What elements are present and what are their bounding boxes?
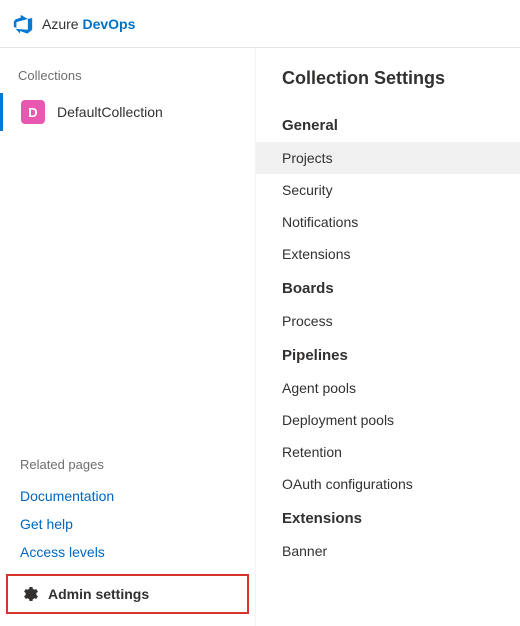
menu-item-agent-pools[interactable]: Agent pools	[256, 372, 520, 404]
admin-settings-label: Admin settings	[48, 586, 149, 602]
link-access-levels[interactable]: Access levels	[0, 538, 255, 566]
menu-item-security[interactable]: Security	[256, 174, 520, 206]
brand-part2: DevOps	[82, 16, 135, 32]
collection-item-default[interactable]: D DefaultCollection	[0, 93, 255, 131]
menu-item-projects[interactable]: Projects	[256, 142, 520, 174]
menu-item-oauth[interactable]: OAuth configurations	[256, 468, 520, 500]
sidebar: Collections D DefaultCollection Related …	[0, 48, 256, 626]
menu-item-retention[interactable]: Retention	[256, 436, 520, 468]
gear-icon	[22, 586, 38, 602]
azure-devops-logo-icon	[12, 13, 34, 35]
main-content: Collection Settings General Projects Sec…	[256, 48, 520, 626]
menu-item-notifications[interactable]: Notifications	[256, 206, 520, 238]
menu-item-extensions[interactable]: Extensions	[256, 238, 520, 270]
collections-label: Collections	[0, 68, 255, 93]
link-get-help[interactable]: Get help	[0, 510, 255, 538]
product-name: Azure DevOps	[42, 16, 135, 32]
group-header-extensions: Extensions	[256, 500, 520, 535]
menu-item-deployment-pools[interactable]: Deployment pools	[256, 404, 520, 436]
group-header-boards: Boards	[256, 270, 520, 305]
page-title: Collection Settings	[256, 68, 520, 107]
top-bar: Azure DevOps	[0, 0, 520, 48]
related-pages-label: Related pages	[0, 457, 255, 482]
menu-item-banner[interactable]: Banner	[256, 535, 520, 567]
collection-name: DefaultCollection	[57, 104, 163, 120]
brand-part1: Azure	[42, 16, 79, 32]
menu-item-process[interactable]: Process	[256, 305, 520, 337]
group-header-pipelines: Pipelines	[256, 337, 520, 372]
admin-settings-button[interactable]: Admin settings	[6, 574, 249, 614]
group-header-general: General	[256, 107, 520, 142]
link-documentation[interactable]: Documentation	[0, 482, 255, 510]
collection-avatar: D	[21, 100, 45, 124]
